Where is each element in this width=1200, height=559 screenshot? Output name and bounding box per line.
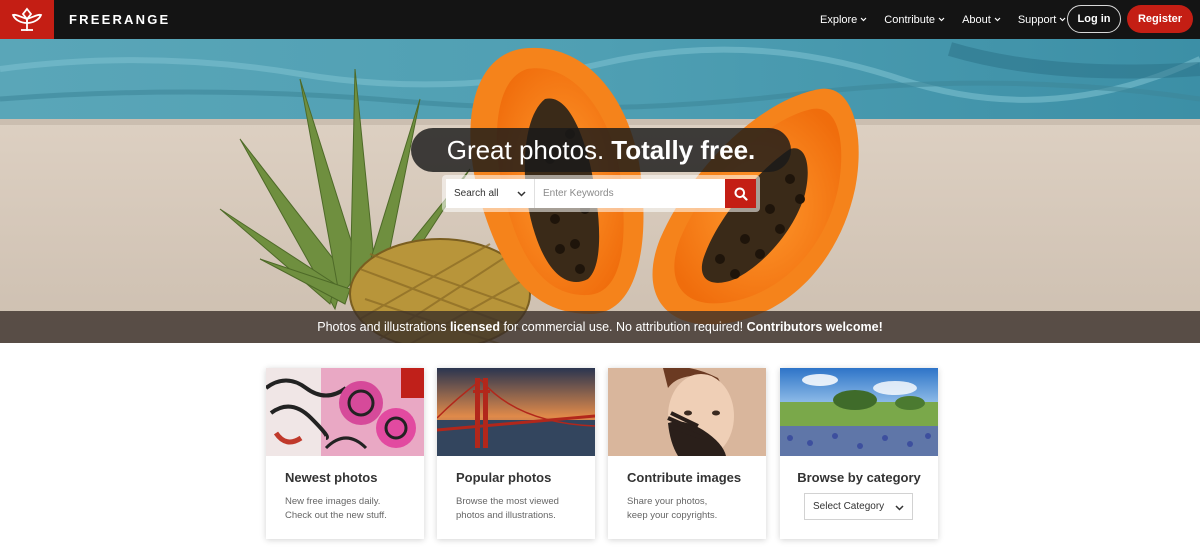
card-browse-by-category-image — [780, 368, 938, 456]
card-contribute-images[interactable]: Contribute images Share your photos, kee… — [608, 368, 766, 539]
nav-contribute-label: Contribute — [884, 13, 936, 26]
nav-about[interactable]: About — [962, 14, 1001, 26]
nav-contribute[interactable]: Contribute — [884, 14, 945, 26]
search-icon — [734, 187, 748, 201]
search-bar: Search all — [442, 175, 760, 212]
category-select-value: Select Category — [813, 501, 885, 512]
card-newest-photos[interactable]: Newest photos New free images daily. Che… — [266, 368, 424, 539]
card-desc-line: New free images daily. — [285, 496, 381, 507]
chevron-down-icon — [517, 189, 526, 200]
nav-explore-label: Explore — [820, 13, 858, 26]
card-browse-by-category-title: Browse by category — [797, 470, 921, 485]
brand-name[interactable]: FREERANGE — [69, 0, 170, 39]
top-navbar: FREERANGE Explore Contribute About Suppo… — [0, 0, 1200, 39]
card-newest-photos-desc: New free images daily. Check out the new… — [285, 495, 387, 523]
hero-headline: Great photos. Totally free. — [411, 128, 791, 172]
hero-tagline: Photos and illustrations licensed for co… — [0, 311, 1200, 343]
card-popular-photos[interactable]: Popular photos Browse the most viewed ph… — [437, 368, 595, 539]
nav-support-label: Support — [1017, 13, 1057, 26]
search-button[interactable] — [725, 179, 756, 208]
freerange-leaf-logo-icon — [11, 7, 43, 31]
logo[interactable] — [0, 0, 54, 39]
search-input[interactable] — [535, 179, 725, 208]
card-contribute-images-desc: Share your photos, keep your copyrights. — [627, 495, 717, 523]
card-popular-photos-image — [437, 368, 595, 456]
card-desc-line: keep your copyrights. — [627, 510, 718, 521]
nav-support[interactable]: Support — [1018, 14, 1067, 26]
search-scope-value: Search all — [454, 188, 499, 199]
headline-bold: Totally free. — [611, 134, 756, 165]
card-desc-line: Browse the most viewed — [456, 496, 559, 507]
chevron-down-icon — [1059, 17, 1066, 22]
category-select[interactable]: Select Category — [804, 493, 913, 520]
chevron-down-icon — [938, 17, 945, 22]
tagline-part1: Photos and illustrations — [317, 320, 450, 334]
register-button[interactable]: Register — [1127, 5, 1193, 33]
chevron-down-icon — [895, 503, 904, 514]
chevron-down-icon — [860, 17, 867, 22]
tagline-contributors-link[interactable]: Contributors welcome! — [747, 320, 883, 334]
nav-about-label: About — [962, 13, 991, 26]
login-button[interactable]: Log in — [1067, 5, 1121, 33]
card-browse-by-category: Browse by category Select Category — [780, 368, 938, 539]
hero-banner: Great photos. Totally free. Search all P… — [0, 39, 1200, 343]
card-desc-line: Check out the new stuff. — [285, 510, 387, 521]
main-nav: Explore Contribute About Support — [820, 0, 1083, 39]
card-desc-line: photos and illustrations. — [456, 510, 556, 521]
search-scope-select[interactable]: Search all — [446, 179, 535, 208]
headline-light: Great photos. — [446, 134, 605, 165]
card-contribute-images-image — [608, 368, 766, 456]
chevron-down-icon — [994, 17, 1001, 22]
nav-explore[interactable]: Explore — [820, 14, 867, 26]
card-popular-photos-desc: Browse the most viewed photos and illust… — [456, 495, 559, 523]
card-newest-photos-title: Newest photos — [285, 470, 378, 485]
card-contribute-images-title: Contribute images — [627, 470, 742, 485]
card-desc-line: Share your photos, — [627, 496, 708, 507]
tagline-part3: for commercial use. No attribution requi… — [499, 320, 747, 334]
card-popular-photos-title: Popular photos — [456, 470, 552, 485]
card-newest-photos-image — [266, 368, 424, 456]
tagline-licensed-link[interactable]: licensed — [450, 320, 500, 334]
